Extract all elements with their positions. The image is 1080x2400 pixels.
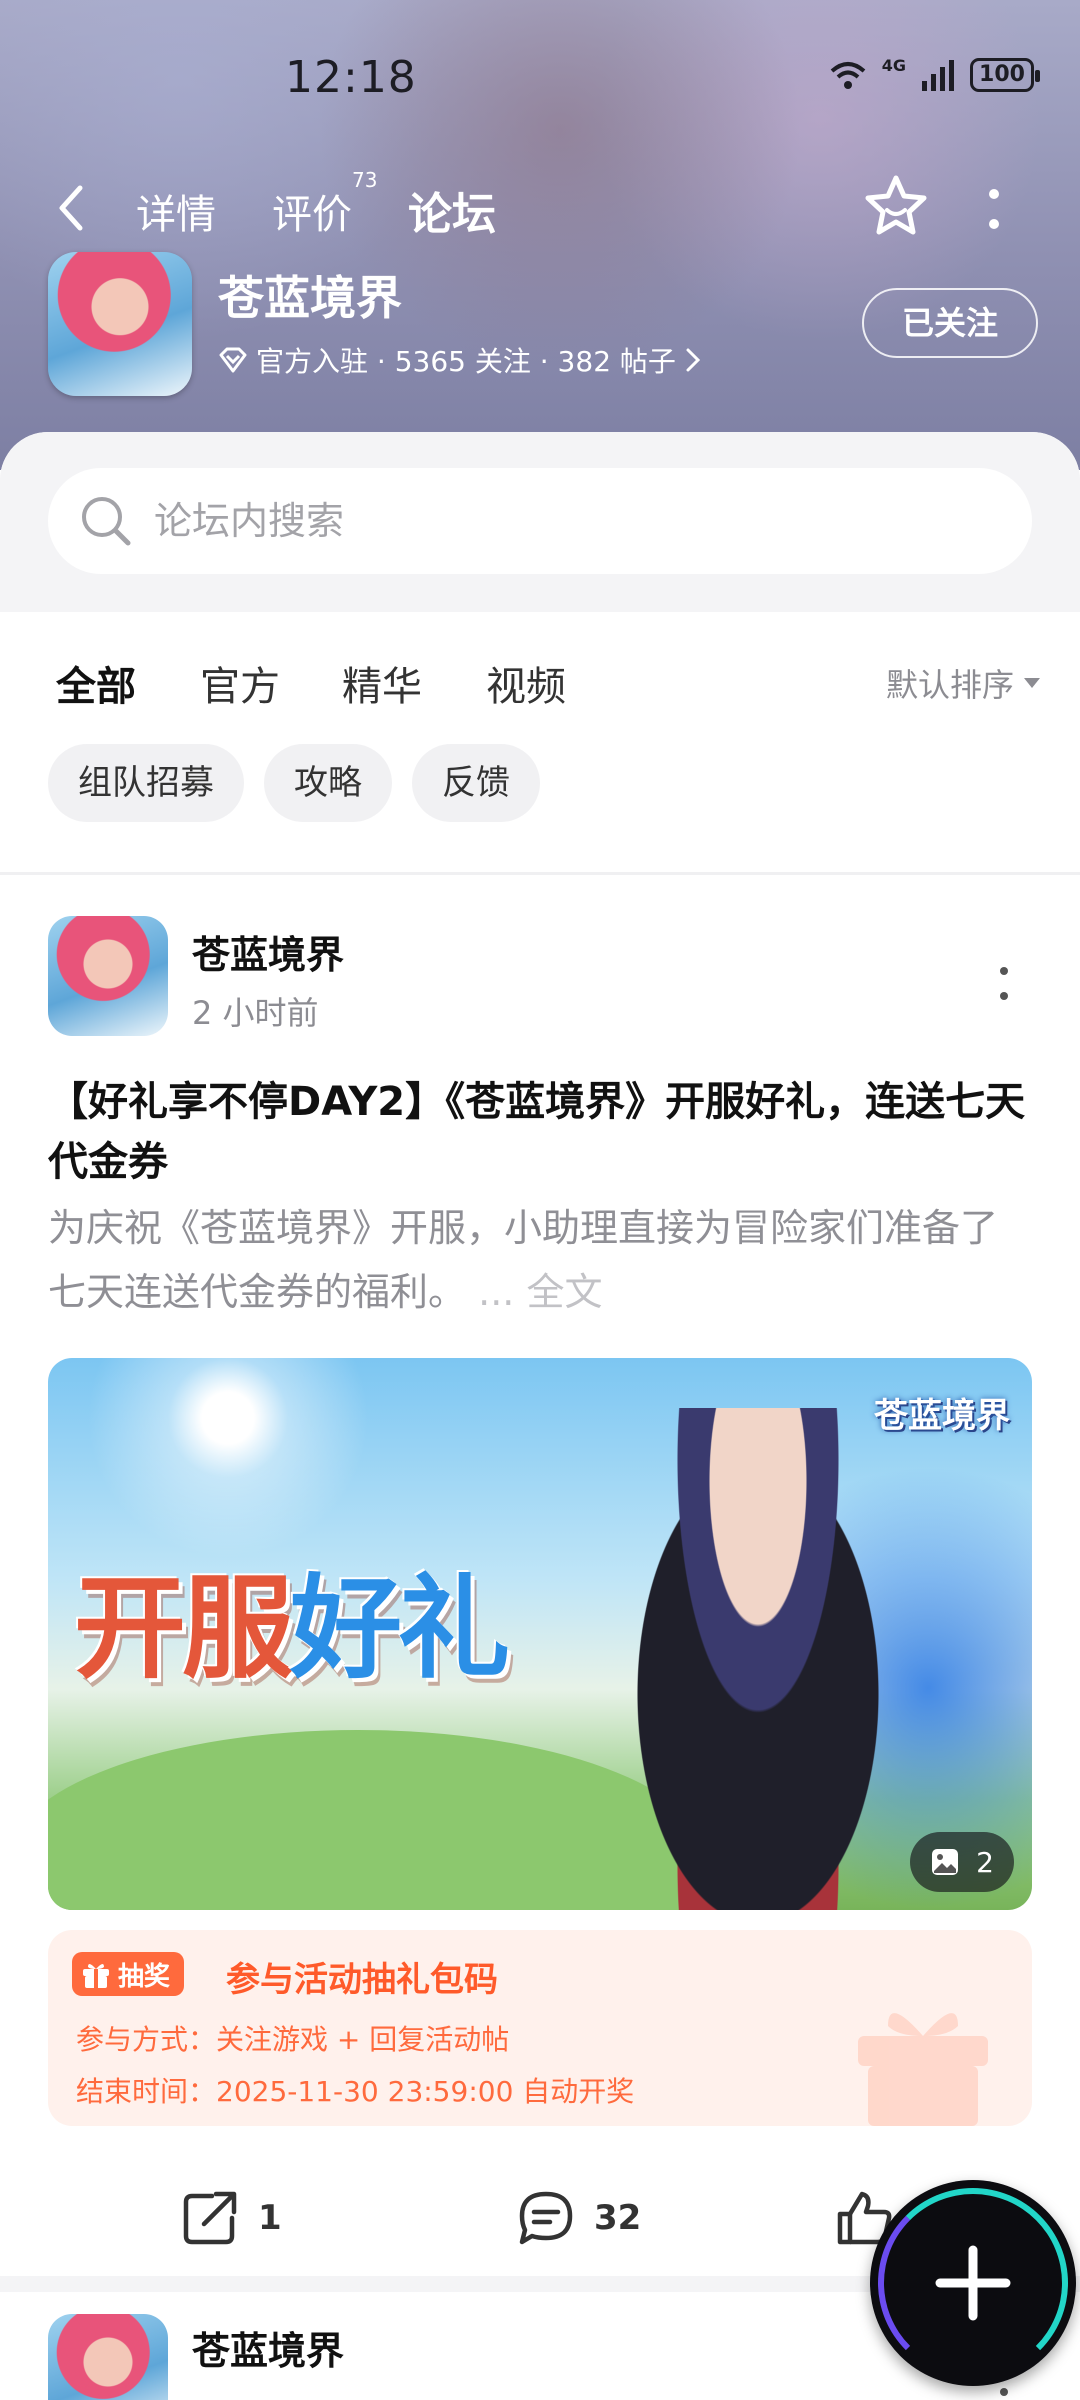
chip-guide[interactable]: 攻略 xyxy=(264,744,392,822)
plus-icon xyxy=(935,2245,1011,2321)
category-all-label: 全部 xyxy=(56,664,136,710)
sort-dropdown[interactable]: 默认排序 xyxy=(886,660,1040,706)
chip-team[interactable]: 组队招募 xyxy=(48,744,244,822)
tab-review-label: 评价 xyxy=(272,192,352,238)
follow-button[interactable]: 已关注 xyxy=(862,288,1038,358)
post-body-text: 为庆祝《苍蓝境界》开服，小助理直接为冒险家们准备了七天连送代金券的福利。 xyxy=(48,1206,999,1314)
image-count-badge: 2 xyxy=(910,1832,1014,1892)
image-icon xyxy=(932,1849,959,1875)
game-info: 苍蓝境界 官方入驻 · 5365 关注 · 382 帖子 已关注 xyxy=(48,252,1048,398)
post-ellipsis: ... xyxy=(478,1270,515,1314)
more-vertical-icon[interactable] xyxy=(984,188,1004,232)
post-author[interactable]: 苍蓝境界 xyxy=(192,924,344,979)
gift-watermark-icon xyxy=(858,2013,988,2126)
tab-detail[interactable]: 详情 xyxy=(136,182,216,240)
share-button[interactable]: 1 xyxy=(182,2190,282,2246)
share-count: 1 xyxy=(258,2198,282,2238)
review-count-badge: 73 xyxy=(352,168,378,192)
banner-character xyxy=(608,1408,908,1910)
post-title[interactable]: 【好礼享不停DAY2】《苍蓝境界》开服好礼，连送七天代金券 xyxy=(48,1072,1032,1192)
sort-label: 默认排序 xyxy=(885,666,1014,704)
lottery-card[interactable]: 抽奖 参与活动抽礼包码 参与方式：关注游戏 + 回复活动帖 结束时间：2025-… xyxy=(48,1930,1032,2126)
comment-count: 32 xyxy=(594,2198,642,2238)
search-input[interactable] xyxy=(152,498,956,544)
category-official[interactable]: 官方 xyxy=(200,654,280,712)
game-name: 苍蓝境界 xyxy=(218,271,402,325)
gift-icon xyxy=(83,1963,109,1988)
category-video[interactable]: 视频 xyxy=(486,654,566,712)
diamond-icon xyxy=(219,347,247,373)
forum-content: 全部 官方 精华 视频 默认排序 组队招募 攻略 反馈 苍蓝境界 2 小时前 【… xyxy=(0,432,1080,2400)
banner-title: 开服好礼 xyxy=(74,1538,510,1700)
create-post-button[interactable] xyxy=(870,2180,1076,2386)
comment-icon xyxy=(519,2191,573,2245)
lottery-tag-label: 抽奖 xyxy=(118,1961,171,1992)
lottery-tag: 抽奖 xyxy=(72,1952,185,1996)
status-bar: 12:18 4G 100 xyxy=(0,36,1080,116)
lottery-title: 参与活动抽礼包码 xyxy=(226,1960,498,2000)
lottery-method: 参与方式：关注游戏 + 回复活动帖 xyxy=(76,2023,510,2056)
status-time: 12:18 xyxy=(285,52,417,103)
signal-icon xyxy=(922,60,954,91)
search-bar[interactable] xyxy=(48,468,1032,574)
back-icon[interactable] xyxy=(52,180,92,236)
tab-review[interactable]: 评价 73 xyxy=(272,168,377,240)
post-time: 2 小时前 xyxy=(192,994,319,1032)
forum-header: 12:18 4G 100 详情 评价 73 论坛 苍蓝境界 官方入驻 · 536… xyxy=(0,0,1080,470)
post-author[interactable]: 苍蓝境界 xyxy=(192,2320,344,2375)
caret-down-icon xyxy=(1024,678,1040,688)
game-meta-text: 官方入驻 · 5365 关注 · 382 帖子 xyxy=(256,345,676,378)
favorite-star-icon[interactable] xyxy=(862,172,930,240)
search-area xyxy=(0,432,1080,612)
author-avatar[interactable] xyxy=(48,916,168,1036)
read-more-link[interactable]: 全文 xyxy=(526,1270,602,1314)
author-avatar[interactable] xyxy=(48,2314,168,2400)
banner-logo: 苍蓝境界 xyxy=(874,1396,1010,1436)
wifi-icon xyxy=(830,62,866,89)
post-banner-image[interactable]: 开服好礼 苍蓝境界 2 xyxy=(48,1358,1032,1910)
category-tabs: 全部 官方 精华 视频 默认排序 xyxy=(0,640,1080,730)
banner-title-red: 开服 xyxy=(74,1563,294,1694)
chevron-right-icon xyxy=(686,348,701,372)
post-more-icon[interactable] xyxy=(996,966,1012,1002)
lottery-end-time: 结束时间：2025-11-30 23:59:00 自动开奖 xyxy=(76,2075,635,2108)
post-excerpt[interactable]: 为庆祝《苍蓝境界》开服，小助理直接为冒险家们准备了七天连送代金券的福利。 ...… xyxy=(48,1196,1032,1324)
network-type: 4G xyxy=(881,55,906,75)
chip-feedback[interactable]: 反馈 xyxy=(412,744,540,822)
game-icon[interactable] xyxy=(48,252,192,396)
comment-button[interactable]: 32 xyxy=(516,2190,641,2246)
top-nav: 详情 评价 73 论坛 xyxy=(0,168,1080,248)
divider xyxy=(0,872,1080,875)
search-icon xyxy=(82,497,131,546)
game-meta[interactable]: 官方入驻 · 5365 关注 · 382 帖子 xyxy=(218,340,702,380)
image-count: 2 xyxy=(976,1845,994,1879)
battery-icon: 100 xyxy=(970,58,1040,92)
status-icons: 4G 100 xyxy=(828,55,1040,92)
post-card[interactable]: 苍蓝境界 2 小时前 【好礼享不停DAY2】《苍蓝境界》开服好礼，连送七天代金券… xyxy=(0,876,1080,2304)
banner-title-blue: 好礼 xyxy=(290,1563,510,1694)
tag-chips: 组队招募 攻略 反馈 xyxy=(48,744,540,822)
tab-forum[interactable]: 论坛 xyxy=(408,178,496,242)
tab-forum-label: 论坛 xyxy=(408,189,496,240)
share-icon xyxy=(183,2191,237,2245)
category-featured[interactable]: 精华 xyxy=(342,654,422,712)
category-all[interactable]: 全部 xyxy=(56,654,136,718)
